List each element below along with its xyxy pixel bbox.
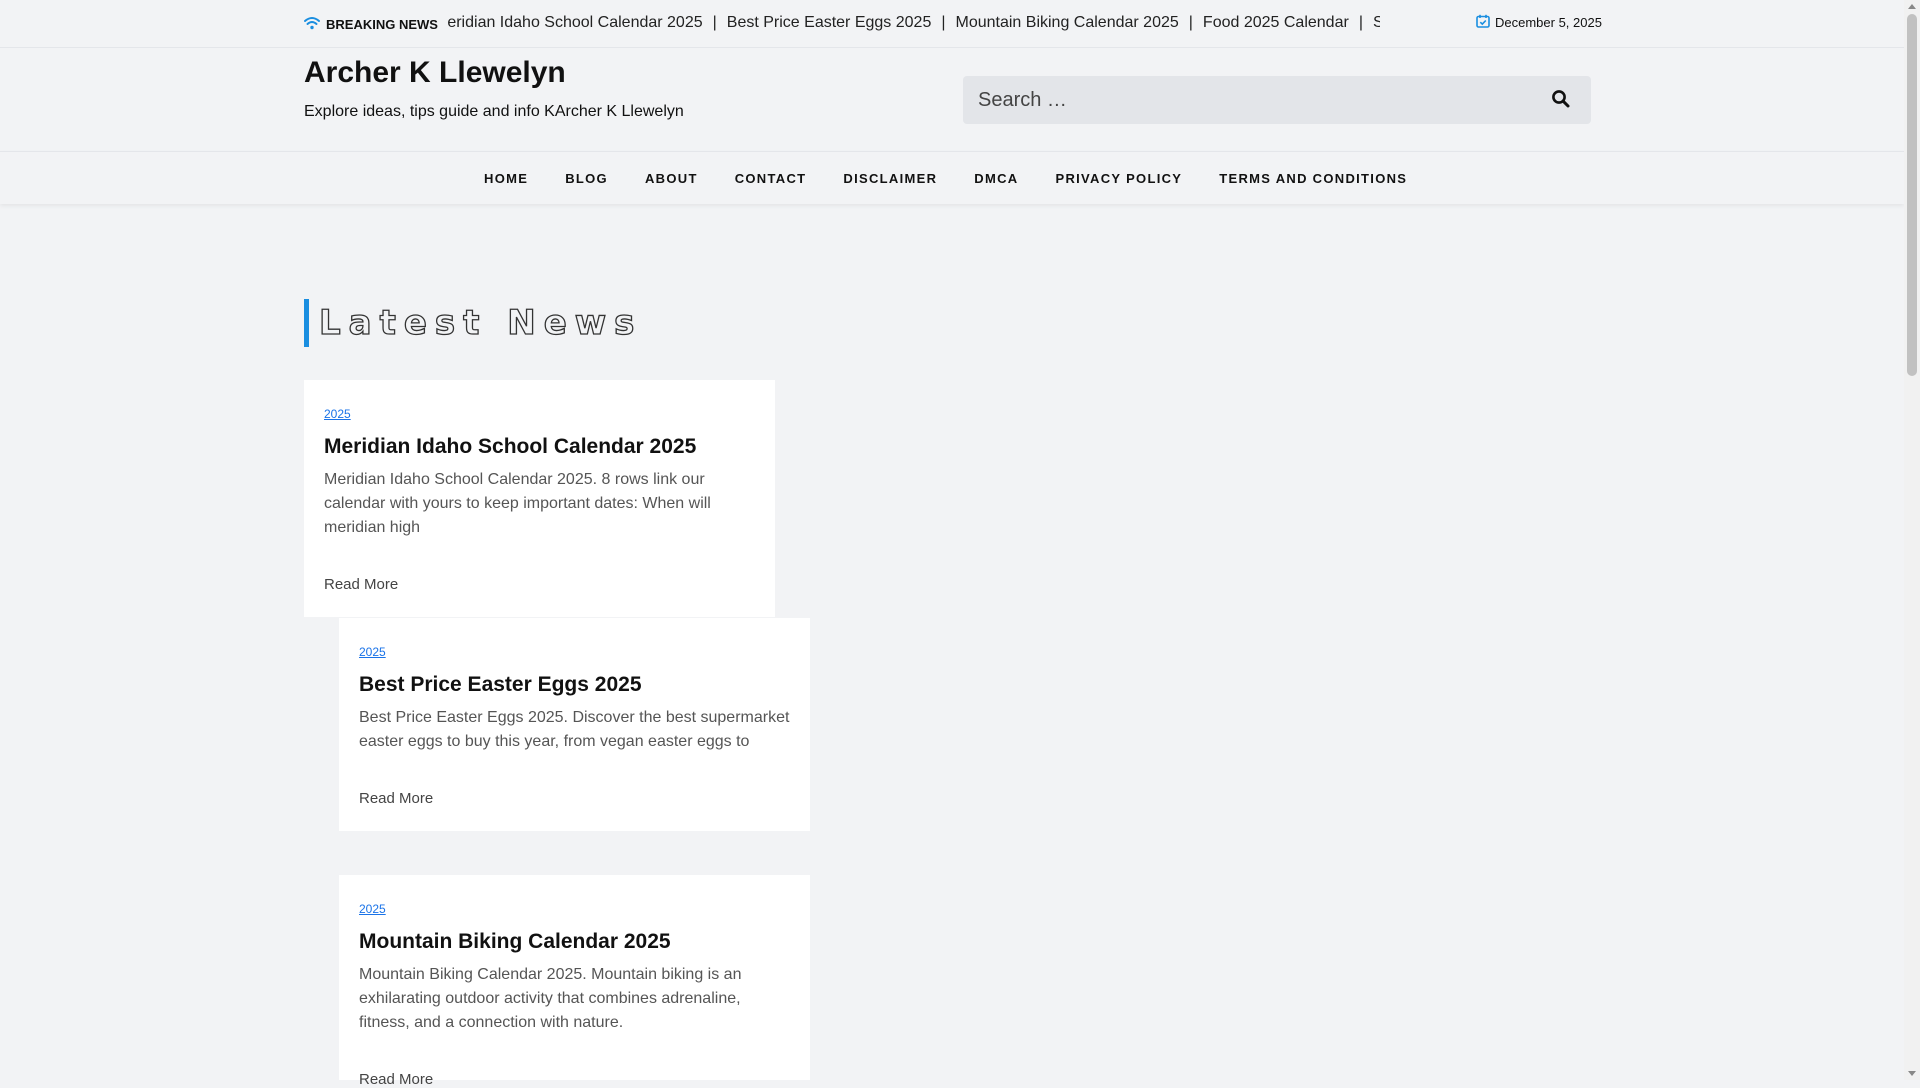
nav-item-about[interactable]: ABOUT bbox=[645, 171, 698, 186]
site-tagline: Explore ideas, tips guide and info KArch… bbox=[304, 103, 684, 120]
ticker-item[interactable]: Food 2025 Calendar bbox=[1203, 14, 1349, 31]
scrollbar-thumb[interactable] bbox=[1907, 14, 1917, 376]
news-ticker: Meridian Idaho School Calendar 2025 | Best… bbox=[440, 13, 1380, 35]
nav-item-home[interactable]: HOME bbox=[484, 171, 528, 186]
main-navigation: HOME BLOG ABOUT CONTACT DISCLAIMER DMCA … bbox=[0, 151, 1904, 204]
nav-item-terms-and-conditions[interactable]: TERMS AND CONDITIONS bbox=[1219, 171, 1407, 186]
top-bar: BREAKING NEWS Meridian Idaho School Cale… bbox=[0, 0, 1904, 48]
post-title[interactable]: Meridian Idaho School Calendar 2025 bbox=[324, 435, 764, 459]
post-excerpt: Mountain Biking Calendar 2025. Mountain … bbox=[359, 966, 742, 1031]
ticker-separator: | bbox=[712, 14, 717, 31]
scroll-down-arrow[interactable] bbox=[1908, 1071, 1916, 1076]
ticker-item[interactable]: Mountain Biking Calendar 2025 bbox=[956, 14, 1179, 31]
post-category-link[interactable]: 2025 bbox=[324, 407, 351, 421]
ticker-separator: | bbox=[1358, 14, 1363, 31]
date-text: December 5, 2025 bbox=[1495, 14, 1602, 30]
ticker-track: Meridian Idaho School Calendar 2025 | Best… bbox=[440, 14, 1380, 32]
nav-item-dmca[interactable]: DMCA bbox=[974, 171, 1018, 186]
site-title[interactable]: Archer K Llewelyn bbox=[304, 56, 566, 90]
post-category-link[interactable]: 2025 bbox=[359, 645, 386, 659]
calendar-check-icon bbox=[1476, 14, 1490, 31]
post-category-link[interactable]: 2025 bbox=[359, 902, 386, 916]
nav-item-contact[interactable]: CONTACT bbox=[735, 171, 807, 186]
nav-item-disclaimer[interactable]: DISCLAIMER bbox=[843, 171, 937, 186]
current-date: December 5, 2025 bbox=[1476, 12, 1602, 32]
site-header bbox=[0, 48, 1904, 151]
post-card: 2025 Mountain Biking Calendar 2025 Mount… bbox=[339, 875, 810, 1088]
page-scrollbar[interactable] bbox=[1904, 0, 1920, 1080]
nav-item-blog[interactable]: BLOG bbox=[565, 171, 608, 186]
nav-item-privacy-policy[interactable]: PRIVACY POLICY bbox=[1055, 171, 1182, 186]
ticker-separator: | bbox=[941, 14, 946, 31]
post-title[interactable]: Mountain Biking Calendar 2025 bbox=[359, 930, 799, 954]
section-heading: Latest News bbox=[304, 299, 642, 347]
post-title[interactable]: Best Price Easter Eggs 2025 bbox=[359, 673, 799, 697]
ticker-item[interactable]: Best Price Easter Eggs 2025 bbox=[727, 14, 932, 31]
scroll-up-arrow[interactable] bbox=[1908, 4, 1916, 9]
post-excerpt: Best Price Easter Eggs 2025. Discover th… bbox=[359, 709, 790, 750]
search-form bbox=[963, 76, 1591, 124]
read-more-link[interactable]: Read More bbox=[359, 790, 433, 807]
wifi-icon bbox=[304, 16, 320, 33]
search-input[interactable] bbox=[963, 76, 1523, 124]
ticker-separator: | bbox=[1188, 14, 1193, 31]
post-excerpt: Meridian Idaho School Calendar 2025. 8 r… bbox=[324, 471, 711, 536]
ticker-item[interactable]: Sp bbox=[1373, 14, 1380, 31]
search-button[interactable] bbox=[1549, 88, 1573, 112]
post-card: 2025 Best Price Easter Eggs 2025 Best Pr… bbox=[339, 618, 810, 831]
ticker-item[interactable]: Meridian Idaho School Calendar 2025 bbox=[440, 14, 703, 31]
post-card: 2025 Meridian Idaho School Calendar 2025… bbox=[304, 380, 775, 617]
read-more-link[interactable]: Read More bbox=[324, 576, 398, 593]
breaking-news-label: BREAKING NEWS bbox=[304, 14, 448, 34]
section-title: Latest News bbox=[318, 302, 643, 343]
search-icon bbox=[1551, 89, 1571, 112]
breaking-news-text: BREAKING NEWS bbox=[326, 16, 438, 32]
